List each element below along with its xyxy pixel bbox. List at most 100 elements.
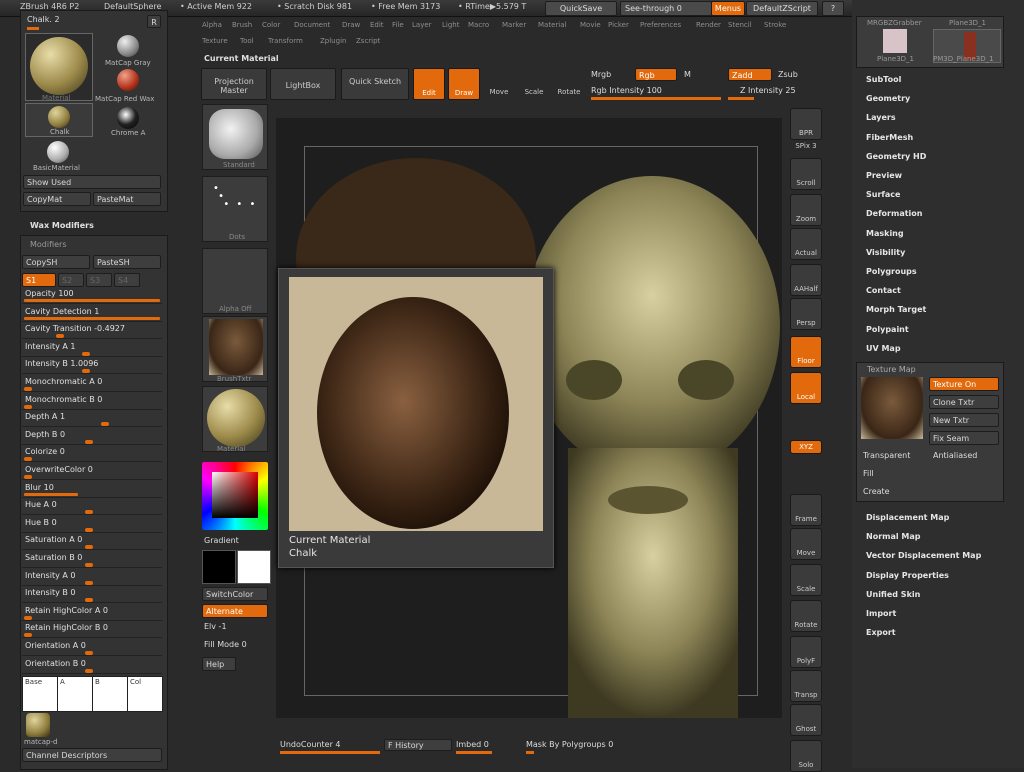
header-slider[interactable] [27, 27, 39, 30]
help-button[interactable]: Help [202, 657, 236, 671]
m-toggle[interactable]: M [684, 70, 691, 79]
basic-material-icon[interactable] [47, 141, 69, 163]
menu-unified-skin[interactable]: Unified Skin [866, 590, 920, 599]
slider-knob[interactable] [85, 580, 94, 585]
menu-stencil[interactable]: Stencil [728, 21, 752, 29]
slider-intensity-b[interactable]: Intensity B 1.0096 [22, 357, 162, 375]
menu-visibility[interactable]: Visibility [866, 248, 905, 257]
slider-knob[interactable] [85, 545, 94, 550]
clone-txtr-button[interactable]: Clone Txtr [929, 395, 999, 409]
menu-export[interactable]: Export [866, 628, 896, 637]
slider-knob[interactable] [24, 387, 32, 391]
paste-sh-button[interactable]: PasteSH [93, 255, 161, 269]
menu-document[interactable]: Document [294, 21, 330, 29]
zsub-toggle[interactable]: Zsub [778, 70, 798, 79]
r-button[interactable]: R [147, 15, 161, 28]
tool-transp[interactable]: Transp [790, 670, 822, 702]
default-zscript-button[interactable]: DefaultZScript [746, 1, 818, 16]
copy-mat-button[interactable]: CopyMat [23, 192, 91, 206]
history-button[interactable]: F History [384, 739, 452, 751]
current-material-thumb[interactable]: Material [25, 33, 93, 102]
slider-knob[interactable] [85, 510, 94, 515]
alternate-button[interactable]: Alternate [202, 604, 268, 618]
slider-knob[interactable] [81, 369, 90, 374]
menu-edit[interactable]: Edit [370, 21, 384, 29]
swatch-base[interactable]: Base [22, 676, 58, 712]
menu-material[interactable]: Material [538, 21, 566, 29]
tool-rotate[interactable]: Rotate [790, 600, 822, 632]
slider-monochromatic-b[interactable]: Monochromatic B 0 [22, 393, 162, 410]
menu-geometry-hd[interactable]: Geometry HD [866, 152, 926, 161]
menu-marker[interactable]: Marker [502, 21, 526, 29]
tool-local[interactable]: Local [790, 372, 822, 404]
menu-zplugin[interactable]: Zplugin [320, 37, 346, 45]
slider-blur[interactable]: Blur 10 [22, 481, 162, 498]
slider-knob[interactable] [85, 563, 94, 567]
slider-cavity-detection[interactable]: Cavity Detection 1 [22, 305, 162, 322]
slider-knob[interactable] [24, 633, 32, 638]
menu-polypaint[interactable]: Polypaint [866, 325, 909, 334]
main-color-swatch[interactable] [237, 550, 271, 584]
menu-tool[interactable]: Tool [240, 37, 254, 45]
tool-xyz[interactable]: XYZ [790, 440, 822, 454]
slider-knob[interactable] [24, 615, 32, 620]
show-used-button[interactable]: Show Used [23, 175, 161, 189]
undo-bar[interactable] [280, 751, 380, 754]
create-button[interactable]: Create [863, 487, 890, 496]
menu-normal-map[interactable]: Normal Map [866, 532, 920, 541]
slider-knob[interactable] [24, 475, 32, 479]
see-through-slider[interactable]: See-through 0 [620, 1, 712, 16]
menus-button[interactable]: Menus [711, 1, 745, 16]
move-button[interactable]: Move [483, 68, 515, 100]
chrome-a-icon[interactable] [117, 107, 139, 129]
slider-knob[interactable] [100, 422, 109, 427]
slider-depth-a[interactable]: Depth A 1 [22, 410, 162, 428]
menu-uv-map[interactable]: UV Map [866, 344, 901, 353]
fill-button[interactable]: Fill [863, 469, 874, 478]
slider-orientation-a[interactable]: Orientation A 0 [22, 639, 162, 656]
z-intensity-slider[interactable]: Z Intensity 25 [740, 86, 796, 95]
menu-subtool[interactable]: SubTool [866, 75, 901, 84]
tool-frame[interactable]: Frame [790, 494, 822, 526]
tool-zoom[interactable]: Zoom [790, 194, 822, 226]
matcap-thumbnail[interactable] [26, 713, 50, 737]
slider-saturation-b[interactable]: Saturation B 0 [22, 551, 162, 568]
imbed-slider[interactable]: Imbed 0 [456, 740, 489, 749]
s1-button[interactable]: S1 [22, 273, 56, 287]
texture-thumb[interactable] [861, 377, 923, 439]
tool-scroll[interactable]: Scroll [790, 158, 822, 190]
slider-knob[interactable] [85, 668, 94, 673]
menu-preferences[interactable]: Preferences [640, 21, 681, 29]
slider-intensity-b[interactable]: Intensity B 0 [22, 586, 162, 604]
slider-knob[interactable] [24, 404, 32, 409]
color-picker[interactable] [202, 462, 268, 530]
wax-modifiers-header[interactable]: Wax Modifiers [30, 221, 94, 230]
saturation-square[interactable] [212, 472, 258, 518]
slider-knob[interactable] [85, 651, 94, 655]
menu-masking[interactable]: Masking [866, 229, 904, 238]
menu-deformation[interactable]: Deformation [866, 209, 922, 218]
undo-counter-slider[interactable]: UndoCounter 4 [280, 740, 341, 749]
paste-mat-button[interactable]: PasteMat [93, 192, 161, 206]
elv-slider[interactable]: Elv -1 [204, 622, 227, 631]
menu-macro[interactable]: Macro [468, 21, 489, 29]
lightbox-button[interactable]: LightBox [270, 68, 336, 100]
new-txtr-button[interactable]: New Txtr [929, 413, 999, 427]
menu-color[interactable]: Color [262, 21, 280, 29]
transparent-toggle[interactable]: Transparent [863, 451, 910, 460]
slider-overwritecolor[interactable]: OverwriteColor 0 [22, 463, 162, 480]
tool-actual[interactable]: Actual [790, 228, 822, 260]
tool-move[interactable]: Move [790, 528, 822, 560]
help-icon[interactable]: ? [822, 1, 844, 16]
copy-sh-button[interactable]: CopySH [22, 255, 90, 269]
slider-colorize[interactable]: Colorize 0 [22, 445, 162, 463]
rgb-intensity-bar[interactable] [591, 97, 721, 100]
s3-button[interactable]: S3 [86, 273, 112, 287]
brush-texture-slot[interactable]: BrushTxtr [202, 316, 268, 383]
slider-intensity-a[interactable]: Intensity A 0 [22, 569, 162, 586]
tool-bpr[interactable]: BPR [790, 108, 822, 140]
menu-brush[interactable]: Brush [232, 21, 252, 29]
imbed-bar[interactable] [456, 751, 492, 754]
gradient-label[interactable]: Gradient [204, 536, 239, 545]
draw-button[interactable]: Draw [448, 68, 480, 100]
